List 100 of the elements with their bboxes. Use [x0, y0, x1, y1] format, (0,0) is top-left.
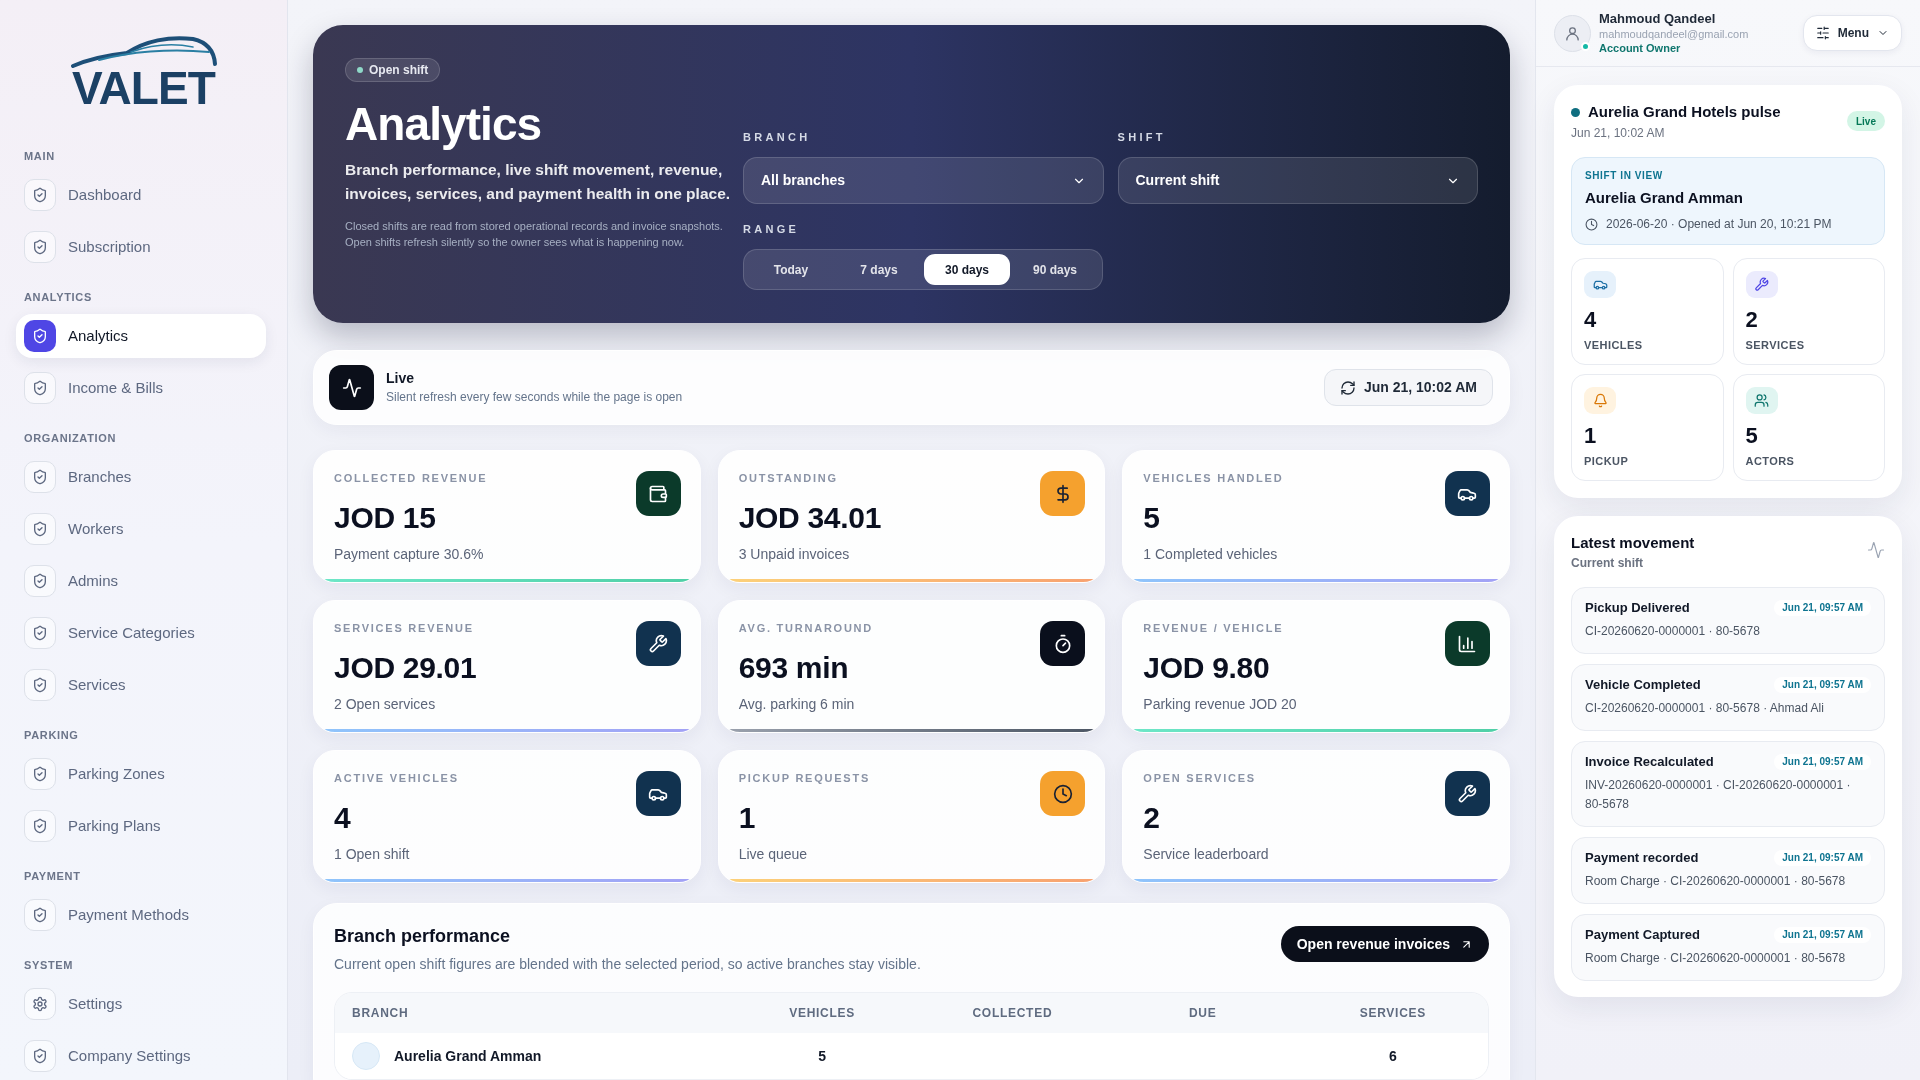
- metric-value: 2: [1745, 308, 1758, 332]
- stat-value: JOD 9.80: [1143, 651, 1271, 685]
- sidebar-item[interactable]: Parking Plans: [16, 804, 266, 848]
- event-detail: CI-20260620-0000001 · 80-5678: [1585, 623, 1761, 640]
- sidebar-item[interactable]: Settings: [16, 982, 266, 1026]
- bell-icon: [1584, 387, 1616, 414]
- stat-note: Live queue: [738, 845, 809, 863]
- stat-note: Service leaderboard: [1143, 845, 1269, 863]
- range-option[interactable]: 30 days: [924, 254, 1010, 285]
- clock-icon: [1585, 217, 1598, 231]
- metric-value: 4: [1584, 308, 1597, 332]
- movement-title: Latest movement: [1571, 533, 1695, 553]
- stat-label: SERVICES REVENUE: [334, 621, 475, 635]
- stat-label: OUTSTANDING: [738, 471, 839, 485]
- menu-button[interactable]: Menu: [1802, 15, 1902, 51]
- stat-note: 3 Unpaid invoices: [738, 545, 851, 563]
- stat-label: OPEN SERVICES: [1143, 771, 1257, 785]
- event-time-badge: Jun 21, 09:57 AM: [1774, 677, 1871, 693]
- filter-label: BRANCH: [743, 131, 812, 143]
- stat-label: PICKUP REQUESTS: [738, 771, 870, 785]
- filter-label: SHIFT: [1117, 131, 1167, 143]
- stat-value: JOD 15: [334, 501, 437, 535]
- sidebar-item[interactable]: Workers: [16, 507, 266, 551]
- metric-value: 5: [1745, 424, 1758, 448]
- section-title: Branch performance: [334, 925, 512, 948]
- stat-value: 2: [1143, 801, 1161, 835]
- range-option[interactable]: Today: [748, 254, 834, 285]
- metric-label: PICKUP: [1584, 454, 1629, 468]
- movement-subtitle: Current shift: [1571, 555, 1644, 571]
- live-title: Live: [386, 370, 415, 387]
- shield-check-icon: [24, 372, 56, 404]
- shield-check-icon: [24, 669, 56, 701]
- column-header: BRANCH: [351, 1005, 410, 1022]
- shield-check-icon: [24, 513, 56, 545]
- event-title: Vehicle Completed: [1585, 677, 1701, 693]
- sidebar-item[interactable]: Payment Methods: [16, 893, 266, 937]
- column-header: SERVICES: [1358, 1005, 1427, 1022]
- event-detail: Room Charge · CI-20260620-0000001 · 80-5678: [1585, 873, 1847, 890]
- sidebar-item[interactable]: Subscription: [16, 225, 266, 269]
- live-subtitle: Silent refresh every few seconds while the page is open: [386, 390, 683, 405]
- section-heading: PAYMENT: [24, 868, 82, 884]
- section-heading: ORGANIZATION: [24, 430, 118, 446]
- car-icon: [1584, 271, 1616, 298]
- column-header: DUE: [1187, 1005, 1218, 1022]
- pulse-time: Jun 21, 10:02 AM: [1571, 125, 1666, 141]
- stat-note: Avg. parking 6 min: [738, 695, 856, 713]
- section-subtitle: Current open shift figures are blended with the selected period, so active branches stay visible.: [334, 955, 921, 974]
- page-title: Analytics: [345, 98, 542, 150]
- gear-icon: [24, 988, 56, 1020]
- event-time-badge: Jun 21, 09:57 AM: [1774, 600, 1871, 616]
- event-detail: CI-20260620-0000001 · 80-5678 · Ahmad Ali: [1585, 700, 1825, 717]
- event-time-badge: Jun 21, 09:57 AM: [1774, 850, 1871, 866]
- shield-check-icon: [24, 461, 56, 493]
- event-time-badge: Jun 21, 09:57 AM: [1774, 927, 1871, 943]
- range-option[interactable]: 7 days: [836, 254, 922, 285]
- section-heading: MAIN: [24, 148, 56, 164]
- stat-value: JOD 29.01: [334, 651, 477, 685]
- branch-avatar: [352, 1042, 380, 1070]
- metric-label: SERVICES: [1745, 338, 1805, 352]
- refresh-icon: [1339, 379, 1356, 396]
- shift-name: Aurelia Grand Amman: [1585, 188, 1744, 208]
- shift-detail: 2026-06-20 · Opened at Jun 20, 10:21 PM: [1606, 216, 1832, 232]
- sidebar-item[interactable]: Admins: [16, 559, 266, 603]
- shield-check-icon: [24, 899, 56, 931]
- stat-value: 4: [334, 801, 352, 835]
- user-name: Mahmoud Qandeel: [1599, 11, 1717, 27]
- sidebar-item[interactable]: Parking Zones: [16, 752, 266, 796]
- open-invoices-button[interactable]: Open revenue invoices: [1280, 926, 1489, 962]
- event-title: Invoice Recalculated: [1585, 754, 1714, 770]
- people-icon: [1745, 387, 1778, 414]
- section-heading: SYSTEM: [24, 957, 75, 973]
- shield-check-icon: [24, 320, 56, 352]
- section-heading: PARKING: [24, 727, 80, 743]
- sidebar-item[interactable]: Branches: [16, 455, 266, 499]
- stat-value: 5: [1143, 501, 1161, 535]
- shield-check-icon: [24, 1040, 56, 1072]
- shield-check-icon: [24, 179, 56, 211]
- refresh-button[interactable]: Jun 21, 10:02 AM: [1323, 369, 1493, 406]
- logo-wordmark: VALET: [72, 68, 215, 108]
- metric-label: VEHICLES: [1584, 338, 1643, 352]
- stat-note: 1 Completed vehicles: [1143, 545, 1279, 563]
- filter-select[interactable]: Current shift: [1117, 157, 1478, 204]
- column-header: COLLECTED: [971, 1005, 1054, 1022]
- sidebar-item[interactable]: Service Categories: [16, 611, 266, 655]
- range-option[interactable]: 90 days: [1012, 254, 1098, 285]
- event-title: Payment recorded: [1585, 850, 1699, 866]
- shift-label: SHIFT IN VIEW: [1585, 170, 1664, 182]
- sidebar-item[interactable]: Dashboard: [16, 173, 266, 217]
- user-email: mahmoudqandeel@gmail.com: [1599, 27, 1749, 41]
- stat-label: ACTIVE VEHICLES: [334, 771, 459, 785]
- stat-note: Parking revenue JOD 20: [1143, 695, 1297, 713]
- table-cell-text: Aurelia Grand Amman: [394, 1046, 542, 1066]
- sidebar-item[interactable]: Analytics: [16, 314, 266, 358]
- sidebar-item[interactable]: Company Settings: [16, 1034, 266, 1078]
- car-silhouette-icon: [68, 34, 219, 68]
- filter-select[interactable]: All branches: [743, 157, 1104, 204]
- shift-status-text: Open shift: [369, 62, 429, 79]
- sidebar-item[interactable]: Income & Bills: [16, 366, 266, 410]
- sidebar-item[interactable]: Services: [16, 663, 266, 707]
- stat-value: 693 min: [738, 651, 850, 685]
